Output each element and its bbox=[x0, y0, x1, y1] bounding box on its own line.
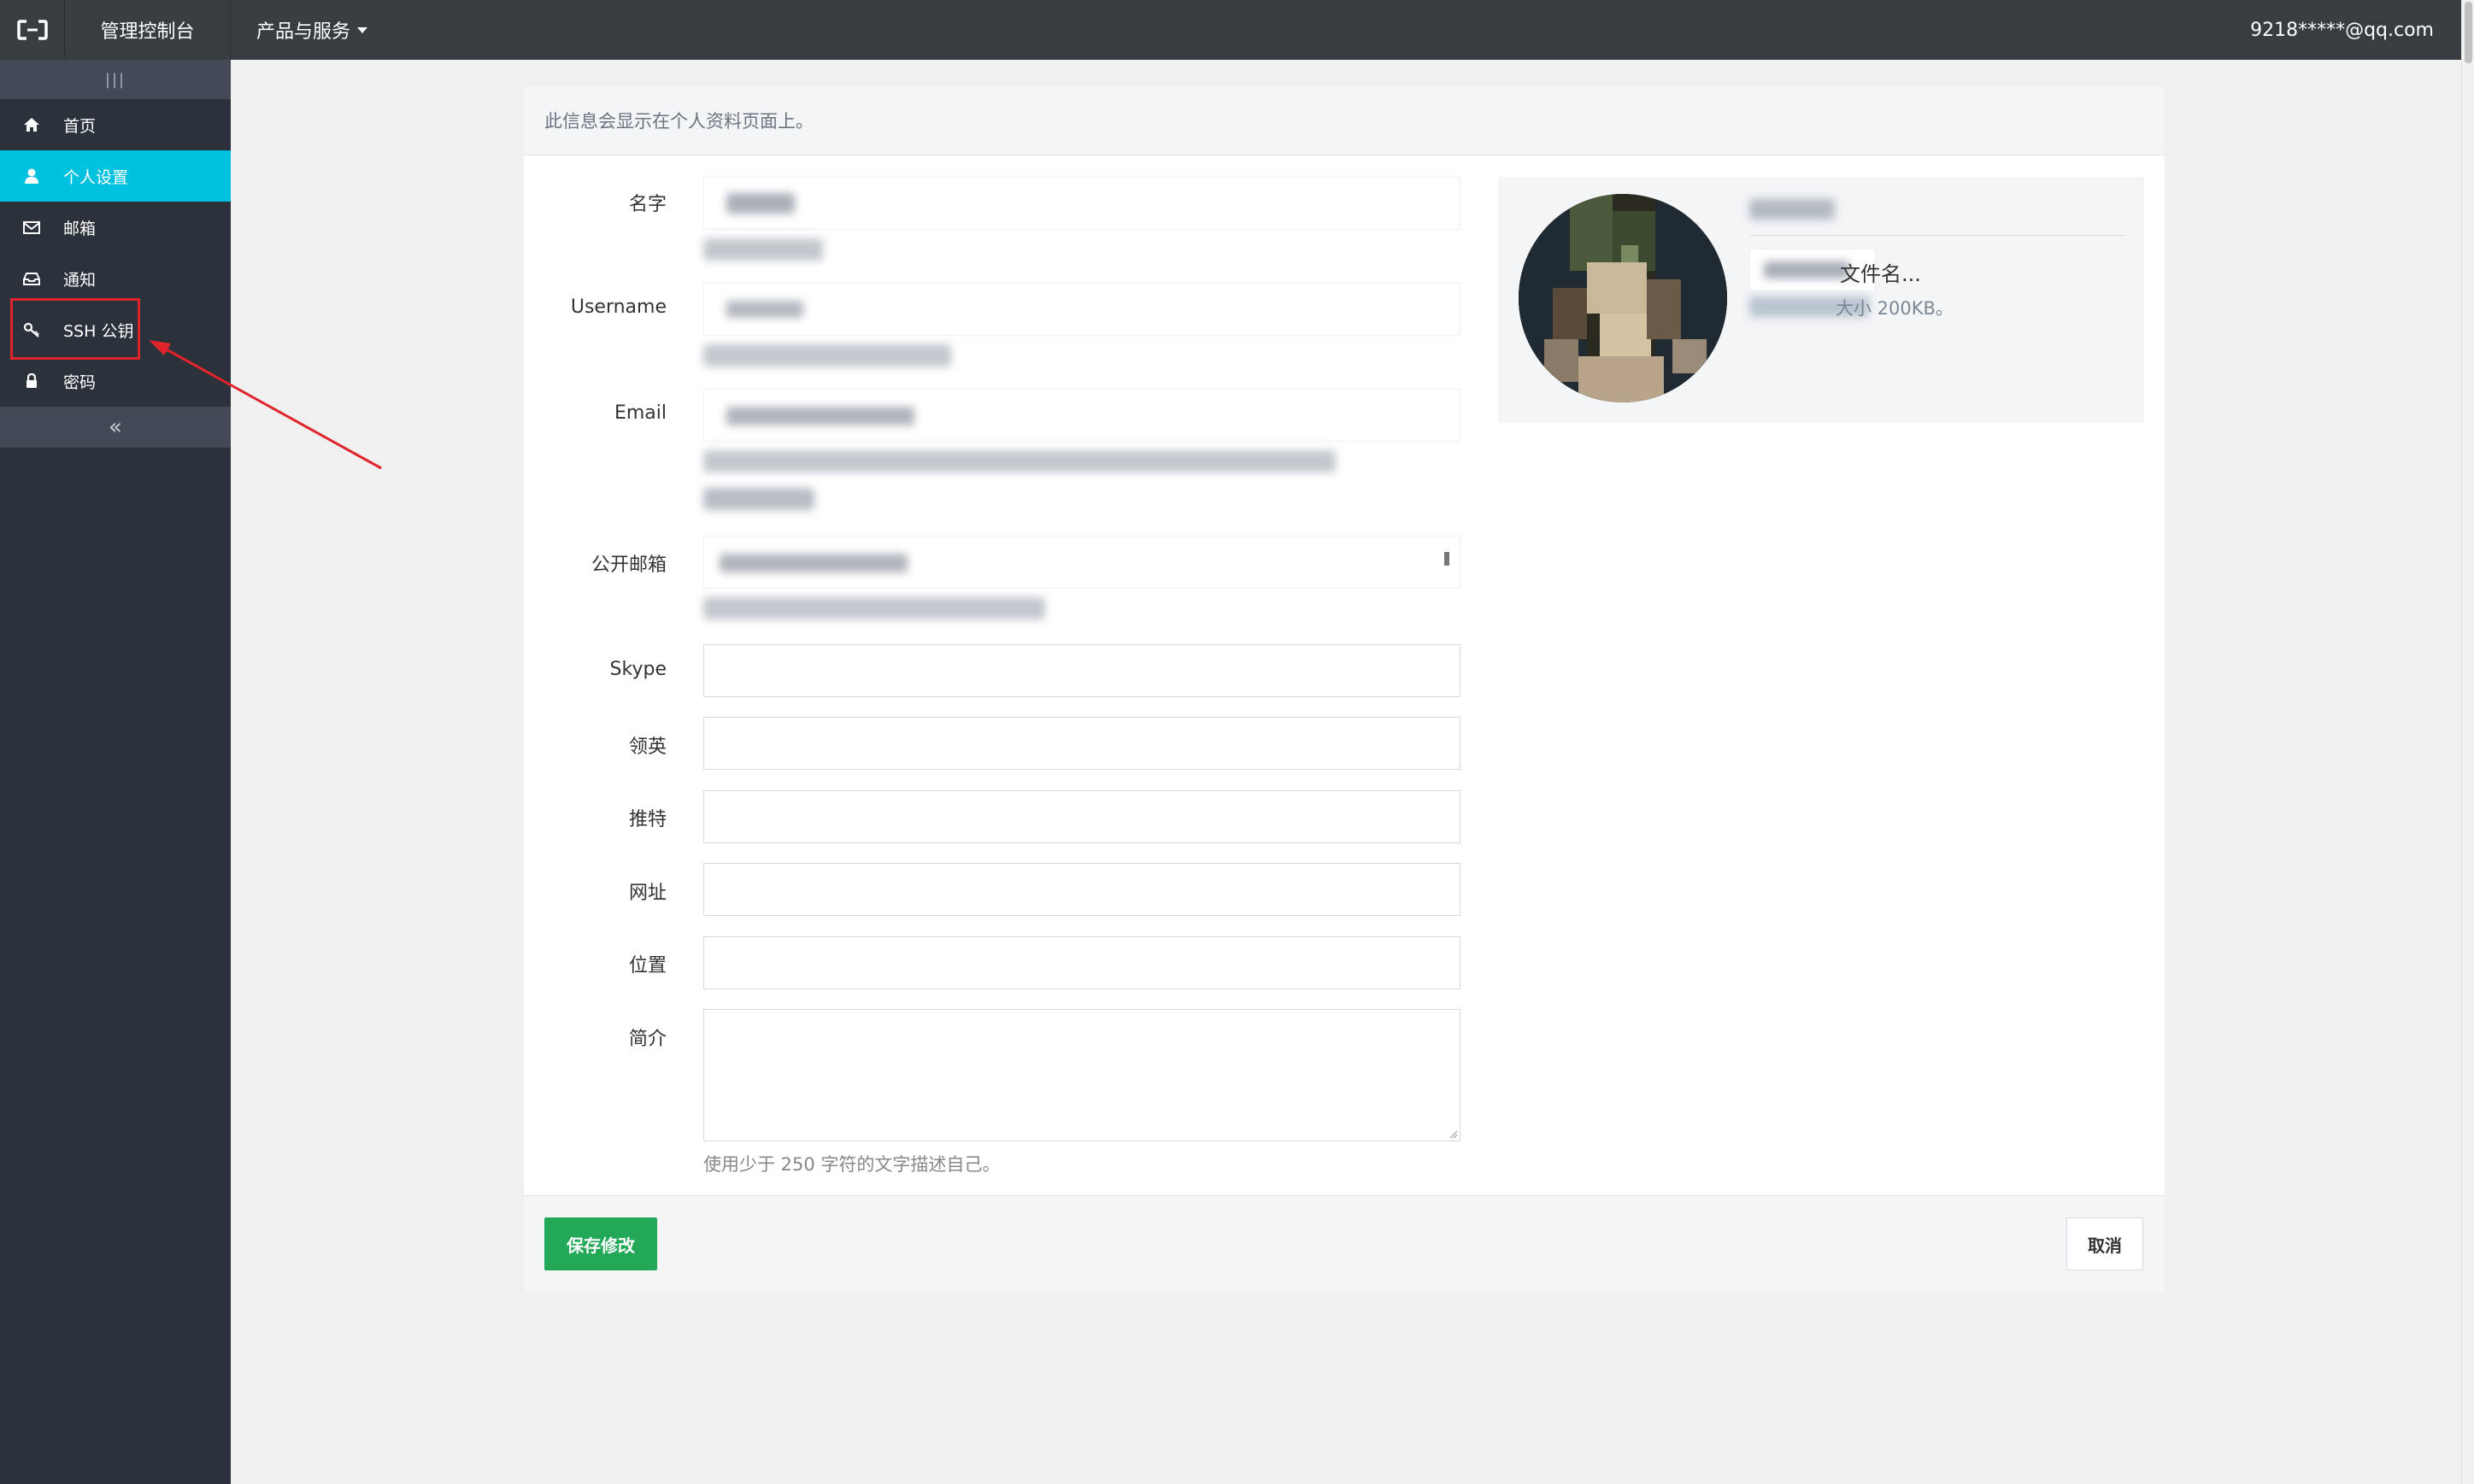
redacted-value bbox=[726, 193, 795, 214]
sidebar-collapse-button[interactable]: « bbox=[0, 407, 231, 448]
linkedin-input[interactable] bbox=[703, 717, 1460, 770]
sidebar-item-password[interactable]: 密码 bbox=[0, 355, 231, 407]
email-field[interactable] bbox=[703, 389, 1460, 442]
resize-handle-icon[interactable] bbox=[1448, 1129, 1458, 1139]
scrollbar-thumb[interactable] bbox=[2465, 2, 2472, 63]
redacted-help bbox=[703, 344, 951, 367]
sidebar-item-email[interactable]: 邮箱 bbox=[0, 202, 231, 253]
avatar bbox=[1519, 194, 1727, 402]
redacted-value bbox=[726, 407, 914, 425]
bio-label: 简介 bbox=[628, 1029, 667, 1050]
redacted-help bbox=[703, 238, 823, 261]
redacted-value bbox=[720, 554, 908, 572]
products-services-menu[interactable]: 产品与服务 bbox=[231, 0, 391, 60]
panel-header: 此信息会显示在个人资料页面上。 bbox=[524, 86, 2165, 155]
sidebar-item-label: 密码 bbox=[63, 372, 97, 392]
website-input[interactable] bbox=[703, 863, 1460, 916]
envelope-icon bbox=[0, 218, 63, 237]
sidebar: ||| 首页 个人设置 邮箱 通知 SSH 公钥 密码 « bbox=[0, 60, 231, 1484]
home-icon bbox=[0, 115, 63, 134]
redacted-help bbox=[703, 597, 1045, 619]
cancel-button[interactable]: 取消 bbox=[2066, 1217, 2143, 1270]
file-name-text: 文件名... bbox=[1840, 262, 1921, 286]
sidebar-item-home[interactable]: 首页 bbox=[0, 99, 231, 150]
name-field[interactable] bbox=[703, 177, 1460, 230]
avatar-card: 文件名... 大小 200KB。 bbox=[1498, 177, 2144, 423]
profile-settings-panel: 此信息会显示在个人资料页面上。 名字 Username Email 公开邮箱 S… bbox=[524, 86, 2165, 1293]
twitter-label: 推特 bbox=[628, 809, 667, 830]
sidebar-item-label: SSH 公钥 bbox=[63, 321, 134, 341]
sidebar-item-notifications[interactable]: 通知 bbox=[0, 253, 231, 304]
lock-icon bbox=[0, 372, 63, 390]
logo[interactable] bbox=[0, 0, 65, 60]
public-email-select[interactable] bbox=[703, 536, 1460, 589]
location-label: 位置 bbox=[628, 955, 667, 977]
divider bbox=[1749, 235, 2125, 236]
sidebar-item-label: 邮箱 bbox=[63, 219, 97, 238]
skype-label: Skype bbox=[609, 659, 667, 680]
public-email-label: 公开邮箱 bbox=[591, 554, 667, 576]
location-input[interactable] bbox=[703, 936, 1460, 989]
redacted-value bbox=[726, 301, 803, 318]
username-field[interactable] bbox=[703, 283, 1460, 336]
panel-footer bbox=[524, 1195, 2165, 1293]
redacted-help bbox=[703, 450, 1336, 472]
user-icon bbox=[0, 167, 63, 185]
sidebar-item-label: 通知 bbox=[63, 270, 97, 290]
products-menu-label: 产品与服务 bbox=[256, 21, 351, 43]
linkedin-label: 领英 bbox=[628, 736, 667, 758]
username-label: Username bbox=[570, 296, 667, 318]
sidebar-item-label: 首页 bbox=[63, 116, 97, 136]
bio-textarea[interactable] bbox=[703, 1009, 1460, 1141]
caret-down-icon bbox=[357, 26, 368, 33]
sidebar-item-ssh-keys[interactable]: SSH 公钥 bbox=[0, 304, 231, 355]
name-label: 名字 bbox=[628, 194, 667, 215]
console-title[interactable]: 管理控制台 bbox=[65, 0, 231, 60]
select-indicator-icon bbox=[1444, 552, 1449, 566]
inbox-icon bbox=[0, 269, 63, 288]
sidebar-toggle[interactable]: ||| bbox=[0, 60, 231, 99]
bio-help-text: 使用少于 250 字符的文字描述自己。 bbox=[703, 1154, 1001, 1175]
aliyun-logo-icon bbox=[16, 20, 48, 40]
user-account-menu[interactable]: 9218*****@qq.com bbox=[2250, 0, 2434, 60]
redacted-button-label bbox=[1764, 261, 1849, 279]
sidebar-item-profile[interactable]: 个人设置 bbox=[0, 150, 231, 202]
key-icon bbox=[0, 320, 63, 339]
avatar-size-help: 大小 200KB。 bbox=[1836, 298, 1954, 319]
website-label: 网址 bbox=[628, 883, 667, 904]
sidebar-item-label: 个人设置 bbox=[63, 167, 129, 187]
email-label: Email bbox=[614, 402, 667, 424]
avatar-image bbox=[1519, 194, 1727, 402]
skype-input[interactable] bbox=[703, 644, 1460, 697]
top-navbar: 管理控制台 产品与服务 9218*****@qq.com bbox=[0, 0, 2461, 60]
redacted-avatar-title bbox=[1749, 199, 1835, 220]
save-button[interactable]: 保存修改 bbox=[544, 1217, 657, 1270]
twitter-input[interactable] bbox=[703, 790, 1460, 843]
page-scrollbar[interactable] bbox=[2461, 0, 2474, 1484]
redacted-help bbox=[703, 488, 814, 510]
